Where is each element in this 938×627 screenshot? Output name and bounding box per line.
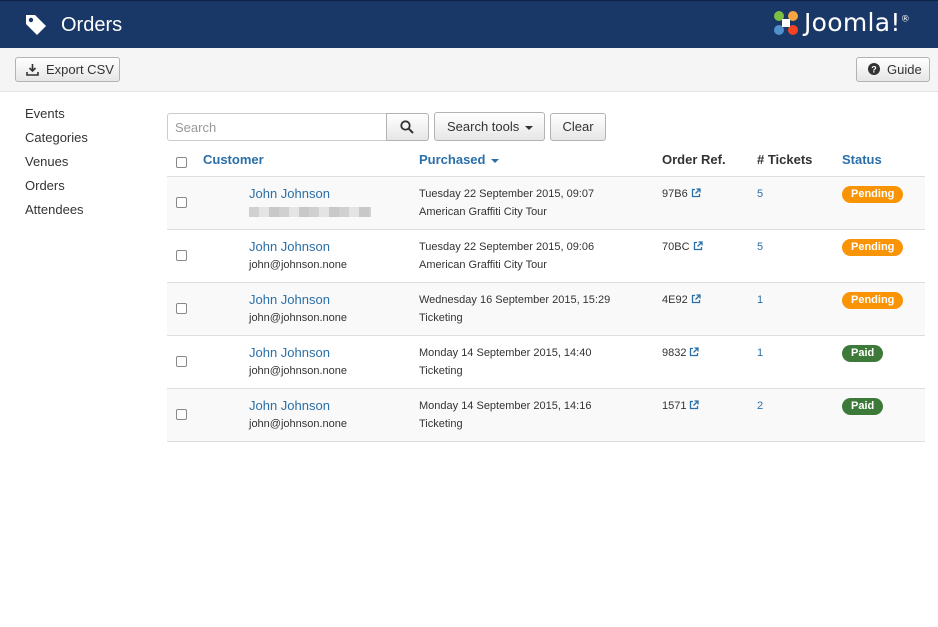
column-order-ref: Order Ref.: [662, 152, 726, 167]
status-badge: Paid: [842, 398, 884, 415]
sidebar-item-attendees[interactable]: Attendees: [25, 201, 88, 225]
sidebar-item-events[interactable]: Events: [25, 105, 88, 129]
joomla-logo-text: Joomla!®: [804, 8, 911, 37]
tickets-count-link[interactable]: 1: [757, 347, 763, 359]
row-checkbox[interactable]: [176, 197, 187, 208]
sidebar-nav: Events Categories Venues Orders Attendee…: [25, 105, 88, 225]
question-circle-icon: ?: [868, 63, 880, 75]
table-body: John Johnson Tuesday 22 September 2015, 0…: [167, 177, 925, 442]
external-link-icon[interactable]: [693, 241, 703, 251]
external-link-icon[interactable]: [691, 294, 701, 304]
search-tools-label: Search tools: [447, 119, 520, 134]
table-row: John Johnson john@johnson.none Tuesday 22 …: [167, 230, 925, 283]
page-header: Orders Joomla!®: [0, 0, 938, 48]
tickets-count-link[interactable]: 1: [757, 294, 763, 306]
toolbar: Export CSV ? Guide: [0, 48, 938, 92]
customer-email-redacted: [249, 207, 371, 217]
purchase-date: Monday 14 September 2015, 14:40: [419, 347, 592, 359]
sidebar-item-categories[interactable]: Categories: [25, 129, 88, 153]
guide-button[interactable]: ? Guide: [856, 57, 930, 82]
table-row: John Johnson john@johnson.none Wednesday 1…: [167, 283, 925, 336]
tickets-count-link[interactable]: 2: [757, 400, 763, 412]
tickets-count-link[interactable]: 5: [757, 241, 763, 253]
order-ref-value: 1571: [662, 400, 687, 412]
customer-name-link[interactable]: John Johnson: [249, 292, 330, 307]
download-icon: [26, 64, 39, 76]
event-name: Ticketing: [419, 365, 463, 377]
clear-button[interactable]: Clear: [550, 113, 606, 141]
table-row: John Johnson john@johnson.none Monday 14 S…: [167, 336, 925, 389]
purchase-date: Tuesday 22 September 2015, 09:06: [419, 241, 595, 253]
joomla-logo: Joomla!®: [770, 7, 920, 41]
event-name: American Graffiti City Tour: [419, 206, 547, 218]
order-ref-value: 97B6: [662, 188, 688, 200]
external-link-icon[interactable]: [689, 400, 700, 410]
order-ref: 97B6: [662, 188, 701, 200]
table-header: Customer Purchased Order Ref. # Tickets …: [167, 147, 925, 177]
customer-name-link[interactable]: John Johnson: [249, 186, 330, 201]
row-checkbox[interactable]: [176, 356, 187, 367]
order-ref: 1571: [662, 400, 700, 412]
orders-table: Customer Purchased Order Ref. # Tickets …: [167, 147, 925, 442]
status-badge: Pending: [842, 292, 904, 309]
export-csv-button[interactable]: Export CSV: [15, 57, 120, 82]
purchase-date: Wednesday 16 September 2015, 15:29: [419, 294, 611, 306]
tag-icon: [26, 15, 46, 35]
order-ref-value: 70BC: [662, 241, 690, 253]
customer-name-link[interactable]: John Johnson: [249, 239, 330, 254]
event-name: Ticketing: [419, 312, 463, 324]
svg-text:?: ?: [871, 65, 877, 75]
sort-desc-icon: [491, 158, 500, 163]
tickets-count-link[interactable]: 5: [757, 188, 763, 200]
order-ref-value: 9832: [662, 347, 687, 359]
sidebar-item-orders[interactable]: Orders: [25, 177, 88, 201]
customer-email: john@johnson.none: [249, 365, 348, 377]
joomla-logo-icon: [774, 11, 798, 35]
table-row: John Johnson Tuesday 22 September 2015, 0…: [167, 177, 925, 230]
customer-name-link[interactable]: John Johnson: [249, 345, 330, 360]
external-link-icon[interactable]: [689, 347, 700, 357]
status-badge: Pending: [842, 239, 904, 256]
search-tools-button[interactable]: Search tools: [434, 112, 545, 141]
select-all-checkbox[interactable]: [176, 157, 187, 168]
row-checkbox[interactable]: [176, 250, 187, 261]
column-customer[interactable]: Customer: [203, 152, 264, 167]
order-ref: 9832: [662, 347, 700, 359]
row-checkbox[interactable]: [176, 409, 187, 420]
event-name: American Graffiti City Tour: [419, 259, 547, 271]
customer-email: john@johnson.none: [249, 312, 348, 324]
table-row: John Johnson john@johnson.none Monday 14 S…: [167, 389, 925, 442]
order-ref-value: 4E92: [662, 294, 688, 306]
event-name: Ticketing: [419, 418, 463, 430]
export-csv-label: Export CSV: [46, 62, 114, 77]
page-title: Orders: [61, 14, 123, 36]
column-status[interactable]: Status: [842, 152, 882, 167]
customer-email: john@johnson.none: [249, 418, 348, 430]
customer-email: john@johnson.none: [249, 259, 348, 271]
sidebar-item-venues[interactable]: Venues: [25, 153, 88, 177]
caret-down-icon: [525, 126, 533, 130]
order-ref: 4E92: [662, 294, 701, 306]
purchase-date: Tuesday 22 September 2015, 09:07: [419, 188, 595, 200]
column-purchased[interactable]: Purchased: [419, 152, 500, 167]
guide-label: Guide: [887, 62, 922, 77]
column-purchased-label: Purchased: [419, 152, 486, 167]
status-badge: Paid: [842, 345, 884, 362]
search-button[interactable]: [386, 113, 429, 141]
status-badge: Pending: [842, 186, 904, 203]
order-ref: 70BC: [662, 241, 703, 253]
row-checkbox[interactable]: [176, 303, 187, 314]
external-link-icon[interactable]: [691, 188, 701, 198]
purchase-date: Monday 14 September 2015, 14:16: [419, 400, 592, 412]
search-icon: [400, 120, 414, 134]
search-input[interactable]: [167, 113, 387, 141]
customer-name-link[interactable]: John Johnson: [249, 398, 330, 413]
column-tickets: # Tickets: [757, 152, 813, 167]
